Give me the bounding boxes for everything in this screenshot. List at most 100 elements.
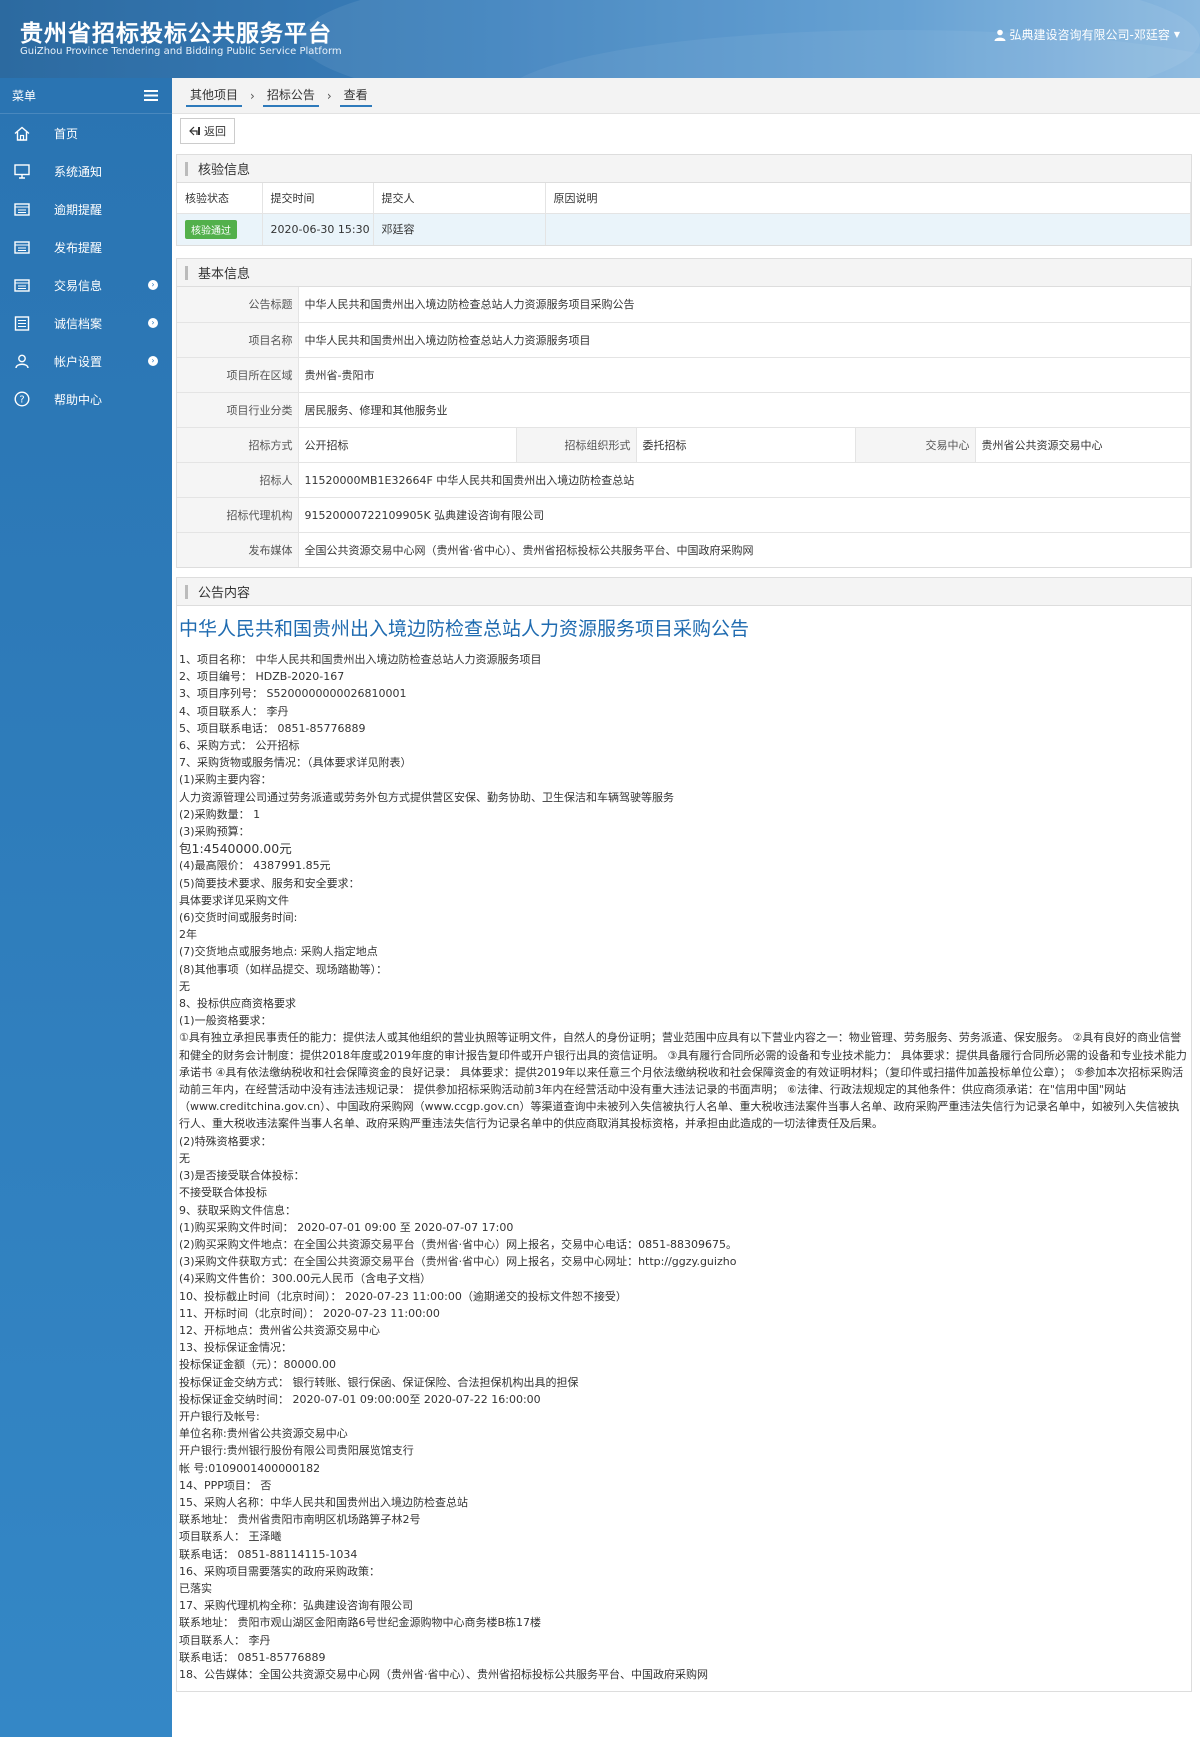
folder-icon	[14, 276, 38, 294]
announcement-line: 联系地址： 贵阳市观山湖区金阳南路6号世纪金源购物中心商务楼B栋17楼	[179, 1616, 542, 1630]
sidebar-item-label: 系统通知	[54, 164, 103, 179]
column-header: 提交时间	[262, 183, 374, 214]
breadcrumb-item[interactable]: 招标公告	[262, 85, 319, 107]
announcement-line: 4、项目联系人： 李丹	[179, 704, 289, 718]
field-label: 发布媒体	[177, 532, 299, 567]
notice-title-value: 中华人民共和国贵州出入境边防检查总站人力资源服务项目采购公告	[298, 287, 1191, 323]
field-label: 招标组织形式	[516, 427, 637, 463]
announcement-line: 开户银行及帐号:	[179, 1409, 260, 1423]
region-value: 贵州省-贵阳市	[298, 357, 1191, 393]
announcement-line: (8)其他事项（如样品提交、现场踏勘等）：	[179, 962, 388, 976]
back-button[interactable]: 返回	[180, 118, 235, 144]
announcement-line: 不接受联合体投标	[179, 1186, 267, 1200]
tenderer-value: 11520000MB1E32664F 中华人民共和国贵州出入境边防检查总站	[298, 462, 1191, 498]
announcement-line: 1、项目名称： 中华人民共和国贵州出入境边防检查总站人力资源服务项目	[179, 653, 542, 666]
table-row: 项目行业分类 居民服务、修理和其他服务业	[177, 392, 1191, 428]
sidebar-item-credit[interactable]: 诚信档案 ›	[0, 304, 172, 342]
table-row: 招标方式 公开招标 招标组织形式 委托招标 交易中心 贵州省公共资源交易中心	[177, 427, 1191, 463]
announcement-line: (2)特殊资格要求：	[179, 1134, 272, 1148]
field-label: 公告标题	[177, 287, 299, 323]
announcement-line: (3)采购文件获取方式：在全国公共资源交易平台（贵州省·省中心）网上报名，交易中…	[179, 1255, 737, 1269]
announcement-line: (5)简要技术要求、服务和安全要求：	[179, 876, 360, 890]
status-cell: 核验通过	[177, 213, 263, 245]
announcement-line: 18、公告媒体：全国公共资源交易中心网（贵州省·省中心）、贵州省招标投标公共服务…	[179, 1667, 708, 1681]
breadcrumb-item[interactable]: 查看	[339, 85, 372, 107]
announcement-line: 12、开标地点：贵州省公共资源交易中心	[179, 1323, 380, 1337]
announcement-line: (3)是否接受联合体投标：	[179, 1169, 305, 1183]
field-label: 招标代理机构	[177, 497, 299, 533]
announcement-line: (3)采购预算：	[179, 825, 250, 839]
announcement-line: 17、采购代理机构全称：弘典建设咨询有限公司	[179, 1599, 413, 1613]
announcement-line: 11、开标时间（北京时间）： 2020-07-23 11:00:00	[179, 1306, 440, 1320]
sidebar-title: 菜单	[12, 89, 37, 103]
announcement-line: 具体要求详见采购文件	[179, 893, 289, 907]
sidebar-item-label: 帮助中心	[54, 392, 103, 407]
announcement-line: (2)采购数量： 1	[179, 807, 261, 821]
site-title[interactable]: 贵州省招标投标公共服务平台	[20, 14, 332, 48]
announcement-line: 3、项目序列号： S5200000000026810001	[179, 687, 407, 701]
sidebar-item-label: 首页	[54, 126, 79, 141]
sidebar-item-account[interactable]: 帐户设置 ›	[0, 342, 172, 380]
sidebar-item-notice[interactable]: 系统通知	[0, 152, 172, 190]
field-label: 项目名称	[177, 322, 299, 358]
verify-table: 核验状态 提交时间 提交人 原因说明 核验通过 2020-06-30 15:30…	[177, 183, 1191, 245]
section-bar	[185, 584, 188, 599]
announcement-line: 联系电话： 0851-88114115-1034	[179, 1547, 358, 1561]
announcement-body: 1、项目名称： 中华人民共和国贵州出入境边防检查总站人力资源服务项目 2、项目编号…	[177, 651, 1191, 1691]
announcement-line: 14、PPP项目： 否	[179, 1478, 272, 1492]
announcement-line: (1)一般资格要求：	[179, 1014, 272, 1028]
menu-toggle-icon[interactable]	[144, 90, 158, 101]
breadcrumb-item[interactable]: 其他项目	[186, 85, 243, 107]
sidebar-item-help[interactable]: ? 帮助中心	[0, 380, 172, 418]
breadcrumb-separator: ›	[250, 88, 255, 103]
announcement-line: 项目联系人： 李丹	[179, 1633, 271, 1647]
sidebar-item-label: 交易信息	[54, 278, 103, 293]
field-label: 项目所在区域	[177, 357, 299, 393]
submit-time: 2020-06-30 15:30	[262, 213, 374, 245]
announcement-line: 7、采购货物或服务情况：（具体要求详见附表）	[179, 756, 412, 770]
reason	[545, 213, 1191, 245]
announcement-line: 投标保证金交纳方式： 银行转账、银行保函、保证保险、合法担保机构出具的担保	[179, 1375, 579, 1389]
chevron-right-icon: ›	[148, 356, 158, 366]
announcement-heading: 中华人民共和国贵州出入境边防检查总站人力资源服务项目采购公告	[179, 618, 750, 640]
announcement-line: 联系电话： 0851-85776889	[179, 1650, 326, 1664]
submitter: 邓廷容	[373, 213, 546, 245]
sidebar-item-overdue[interactable]: 逾期提醒	[0, 190, 172, 228]
chevron-right-icon: ›	[148, 318, 158, 328]
announcement-line: (1)购买采购文件时间： 2020-07-01 09:00 至 2020-07-…	[179, 1220, 514, 1234]
announcement-line: 投标保证金交纳时间： 2020-07-01 09:00:00至 2020-07-…	[179, 1392, 541, 1406]
announcement-line: (4)采购文件售价：300.00元人民币（含电子文档）	[179, 1272, 432, 1286]
user-icon	[994, 29, 1005, 41]
user-menu[interactable]: 弘典建设咨询有限公司-邓廷容 ▼	[994, 26, 1180, 43]
announcement-line: (4)最高限价： 4387991.85元	[179, 859, 331, 873]
sidebar-item-trade[interactable]: 交易信息 ›	[0, 266, 172, 304]
content-panel-header: 公告内容	[177, 578, 1191, 606]
monitor-icon	[14, 162, 38, 180]
section-bar	[185, 161, 188, 176]
table-row: 项目名称 中华人民共和国贵州出入境边防检查总站人力资源服务项目	[177, 322, 1191, 358]
sidebar-item-label: 发布提醒	[54, 240, 103, 255]
verify-panel-title: 核验信息	[198, 163, 251, 178]
announcement-line: (1)采购主要内容：	[179, 773, 272, 787]
project-name-value: 中华人民共和国贵州出入境边防检查总站人力资源服务项目	[298, 322, 1191, 358]
column-header: 核验状态	[177, 183, 263, 214]
announcement-line: 6、采购方式： 公开招标	[179, 739, 300, 753]
announcement-line: 无	[179, 1151, 190, 1165]
home-icon	[14, 124, 38, 142]
content-panel-title: 公告内容	[198, 586, 251, 601]
announcement-line: 包1:4540000.00元	[179, 841, 292, 857]
announcement-line: 人力资源管理公司通过劳务派遣或劳务外包方式提供营区安保、勤务协助、卫生保洁和车辆…	[179, 790, 674, 804]
sidebar-item-home[interactable]: 首页	[0, 114, 172, 152]
back-button-label: 返回	[204, 125, 226, 138]
caret-down-icon: ▼	[1173, 30, 1180, 39]
field-label: 交易中心	[855, 427, 976, 463]
folder-icon	[14, 200, 38, 218]
breadcrumb-separator: ›	[326, 88, 332, 103]
site-subtitle: GuiZhou Province Tendering and Bidding P…	[20, 46, 342, 57]
sidebar-item-publish[interactable]: 发布提醒	[0, 228, 172, 266]
table-row: 项目所在区域 贵州省-贵阳市	[177, 357, 1191, 393]
announcement-line: 9、获取采购文件信息：	[179, 1203, 296, 1217]
sidebar: 菜单 首页 系统通知 逾期提醒 发布提醒 交易信息 › 诚信档案 › 帐户设置 …	[0, 78, 172, 1737]
announcement-line: 10、投标截止时间（北京时间）： 2020-07-23 11:00:00（逾期递…	[179, 1289, 627, 1303]
announcement-line: 帐 号:0109001400000182	[179, 1461, 321, 1475]
